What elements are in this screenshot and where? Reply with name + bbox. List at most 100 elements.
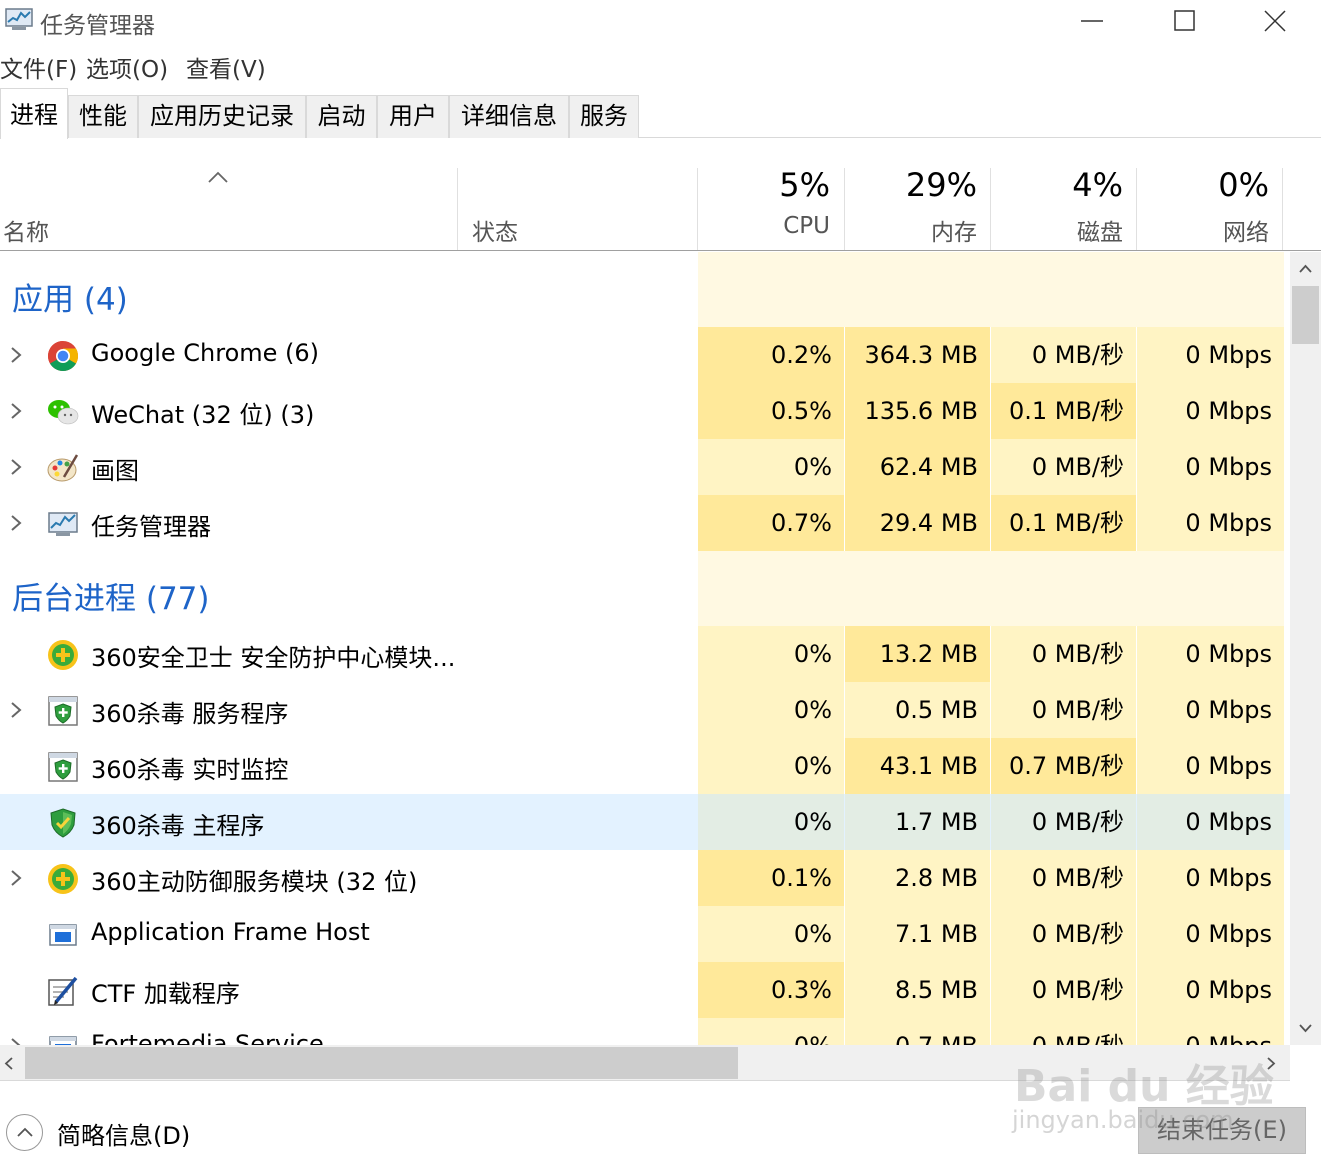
- column-divider[interactable]: [990, 168, 991, 250]
- table-row[interactable]: 360杀毒 实时监控 0% 43.1 MB 0.7 MB/秒 0 Mbps: [0, 738, 1290, 794]
- chevron-right-icon[interactable]: [8, 1035, 24, 1045]
- disk-value: 0.1 MB/秒: [991, 383, 1136, 439]
- process-name: 360安全卫士 安全防护中心模块...: [91, 644, 456, 672]
- memory-value: 0.7 MB: [845, 1018, 990, 1045]
- network-value: 0 Mbps: [1185, 808, 1272, 836]
- ctf-loader-icon: [48, 976, 78, 1006]
- menu-view[interactable]: 查看(V): [186, 50, 266, 84]
- network-value: 0 Mbps: [1185, 509, 1272, 537]
- cpu-value: 0.2%: [698, 327, 844, 383]
- scroll-left-icon[interactable]: [4, 1056, 14, 1071]
- memory-value: 0.5 MB: [895, 696, 978, 724]
- horizontal-scroll-thumb[interactable]: [25, 1047, 738, 1079]
- tab-processes[interactable]: 进程: [0, 88, 68, 139]
- tab-users[interactable]: 用户: [377, 95, 449, 138]
- disk-value: 0 MB/秒: [1031, 808, 1124, 836]
- end-task-button[interactable]: 结束任务(E): [1138, 1107, 1306, 1154]
- disk-value: 0 MB/秒: [1031, 920, 1124, 948]
- fewer-details-toggle[interactable]: [6, 1114, 43, 1151]
- paint-icon: [47, 454, 79, 482]
- process-name: 360杀毒 主程序: [91, 812, 265, 840]
- chevron-right-icon[interactable]: [8, 344, 24, 366]
- tab-details[interactable]: 详细信息: [449, 95, 569, 138]
- chevron-right-icon[interactable]: [8, 456, 24, 478]
- close-icon: [1264, 10, 1286, 32]
- column-status[interactable]: 状态: [472, 213, 518, 247]
- scroll-up-icon[interactable]: [1298, 264, 1313, 274]
- cpu-value: 0.3%: [698, 962, 844, 1018]
- scroll-down-icon[interactable]: [1298, 1023, 1313, 1033]
- cpu-value: 0.1%: [698, 850, 844, 906]
- minimize-button[interactable]: [1046, 0, 1138, 42]
- tab-performance[interactable]: 性能: [68, 95, 138, 138]
- process-name: CTF 加载程序: [91, 980, 240, 1008]
- network-value: 0 Mbps: [1185, 397, 1272, 425]
- title-bar: 任务管理器: [0, 0, 1321, 42]
- column-memory[interactable]: 内存: [845, 213, 977, 247]
- network-value: 0 Mbps: [1185, 864, 1272, 892]
- column-network[interactable]: 网络: [1137, 213, 1269, 247]
- column-divider[interactable]: [457, 168, 458, 250]
- disk-value: 0 MB/秒: [1031, 341, 1124, 369]
- table-row[interactable]: 任务管理器 0.7% 29.4 MB 0.1 MB/秒 0 Mbps: [0, 495, 1290, 551]
- table-row[interactable]: 360杀毒 服务程序 0% 0.5 MB 0 MB/秒 0 Mbps: [0, 682, 1290, 738]
- memory-value: 2.8 MB: [895, 864, 978, 892]
- minimize-icon: [1081, 20, 1103, 22]
- table-row[interactable]: 360主动防御服务模块 (32 位) 0.1% 2.8 MB 0 MB/秒 0 …: [0, 850, 1290, 906]
- 360-safe-icon: [48, 864, 78, 894]
- chevron-right-icon[interactable]: [8, 512, 24, 534]
- table-row[interactable]: 360安全卫士 安全防护中心模块... 0% 13.2 MB 0 MB/秒 0 …: [0, 626, 1290, 682]
- scroll-right-icon[interactable]: [1266, 1056, 1276, 1071]
- vertical-scroll-thumb[interactable]: [1292, 286, 1319, 344]
- menu-options[interactable]: 选项(O): [86, 50, 168, 84]
- memory-value: 62.4 MB: [845, 439, 990, 495]
- disk-value: 0.7 MB/秒: [991, 738, 1136, 794]
- column-cpu[interactable]: CPU: [698, 213, 830, 239]
- table-row[interactable]: Google Chrome (6) 0.2% 364.3 MB 0 MB/秒 0…: [0, 327, 1290, 383]
- tab-app-history[interactable]: 应用历史记录: [138, 95, 306, 138]
- cpu-total-percent: 5%: [779, 166, 830, 204]
- chrome-icon: [47, 341, 79, 372]
- chevron-right-icon[interactable]: [8, 400, 24, 422]
- memory-value: 7.1 MB: [895, 920, 978, 948]
- column-divider[interactable]: [1282, 168, 1283, 250]
- column-divider[interactable]: [697, 168, 698, 250]
- network-value: 0 Mbps: [1185, 453, 1272, 481]
- column-disk[interactable]: 磁盘: [991, 213, 1123, 247]
- table-row[interactable]: WeChat (32 位) (3) 0.5% 135.6 MB 0.1 MB/秒…: [0, 383, 1290, 439]
- disk-value: 0 MB/秒: [1031, 453, 1124, 481]
- group-header-apps[interactable]: 应用 (4): [0, 252, 1290, 327]
- tab-services[interactable]: 服务: [569, 95, 639, 138]
- tab-bar: 进程 性能 应用历史记录 启动 用户 详细信息 服务: [0, 88, 1321, 139]
- app-frame-icon: [49, 924, 77, 946]
- process-name: 画图: [91, 457, 139, 485]
- memory-value: 8.5 MB: [895, 976, 978, 1004]
- process-name: Application Frame Host: [91, 918, 370, 946]
- column-name[interactable]: 名称: [3, 213, 49, 247]
- fewer-details-link[interactable]: 简略信息(D): [57, 1116, 190, 1151]
- column-header: 名称 状态 5% CPU 29% 内存 4% 磁盘 0% 网络: [0, 140, 1321, 251]
- column-divider[interactable]: [844, 168, 845, 250]
- memory-value: 135.6 MB: [845, 383, 990, 439]
- chevron-right-icon[interactable]: [8, 699, 24, 721]
- horizontal-scrollbar[interactable]: [0, 1045, 1290, 1081]
- group-header-background[interactable]: 后台进程 (77): [0, 551, 1290, 626]
- menu-file[interactable]: 文件(F): [0, 50, 77, 84]
- cpu-value: 0%: [793, 808, 832, 836]
- close-button[interactable]: [1229, 0, 1321, 42]
- tab-startup[interactable]: 启动: [306, 95, 377, 138]
- group-title: 应用 (4): [12, 282, 128, 318]
- table-row[interactable]: Fortemedia Service 0% 0.7 MB 0 MB/秒 0 Mb…: [0, 1018, 1290, 1045]
- chevron-right-icon[interactable]: [8, 867, 24, 889]
- vertical-scrollbar[interactable]: [1290, 252, 1321, 1045]
- table-row[interactable]: 画图 0% 62.4 MB 0 MB/秒 0 Mbps: [0, 439, 1290, 495]
- disk-value: 0 MB/秒: [1031, 864, 1124, 892]
- disk-total-percent: 4%: [1072, 166, 1123, 204]
- table-row-selected[interactable]: 360杀毒 主程序 0% 1.7 MB 0 MB/秒 0 Mbps: [0, 794, 1290, 850]
- column-divider[interactable]: [1136, 168, 1137, 250]
- disk-value: 0 MB/秒: [1031, 976, 1124, 1004]
- table-row[interactable]: Application Frame Host 0% 7.1 MB 0 MB/秒 …: [0, 906, 1290, 962]
- maximize-button[interactable]: [1138, 0, 1230, 42]
- network-total-percent: 0%: [1218, 166, 1269, 204]
- table-row[interactable]: CTF 加载程序 0.3% 8.5 MB 0 MB/秒 0 Mbps: [0, 962, 1290, 1018]
